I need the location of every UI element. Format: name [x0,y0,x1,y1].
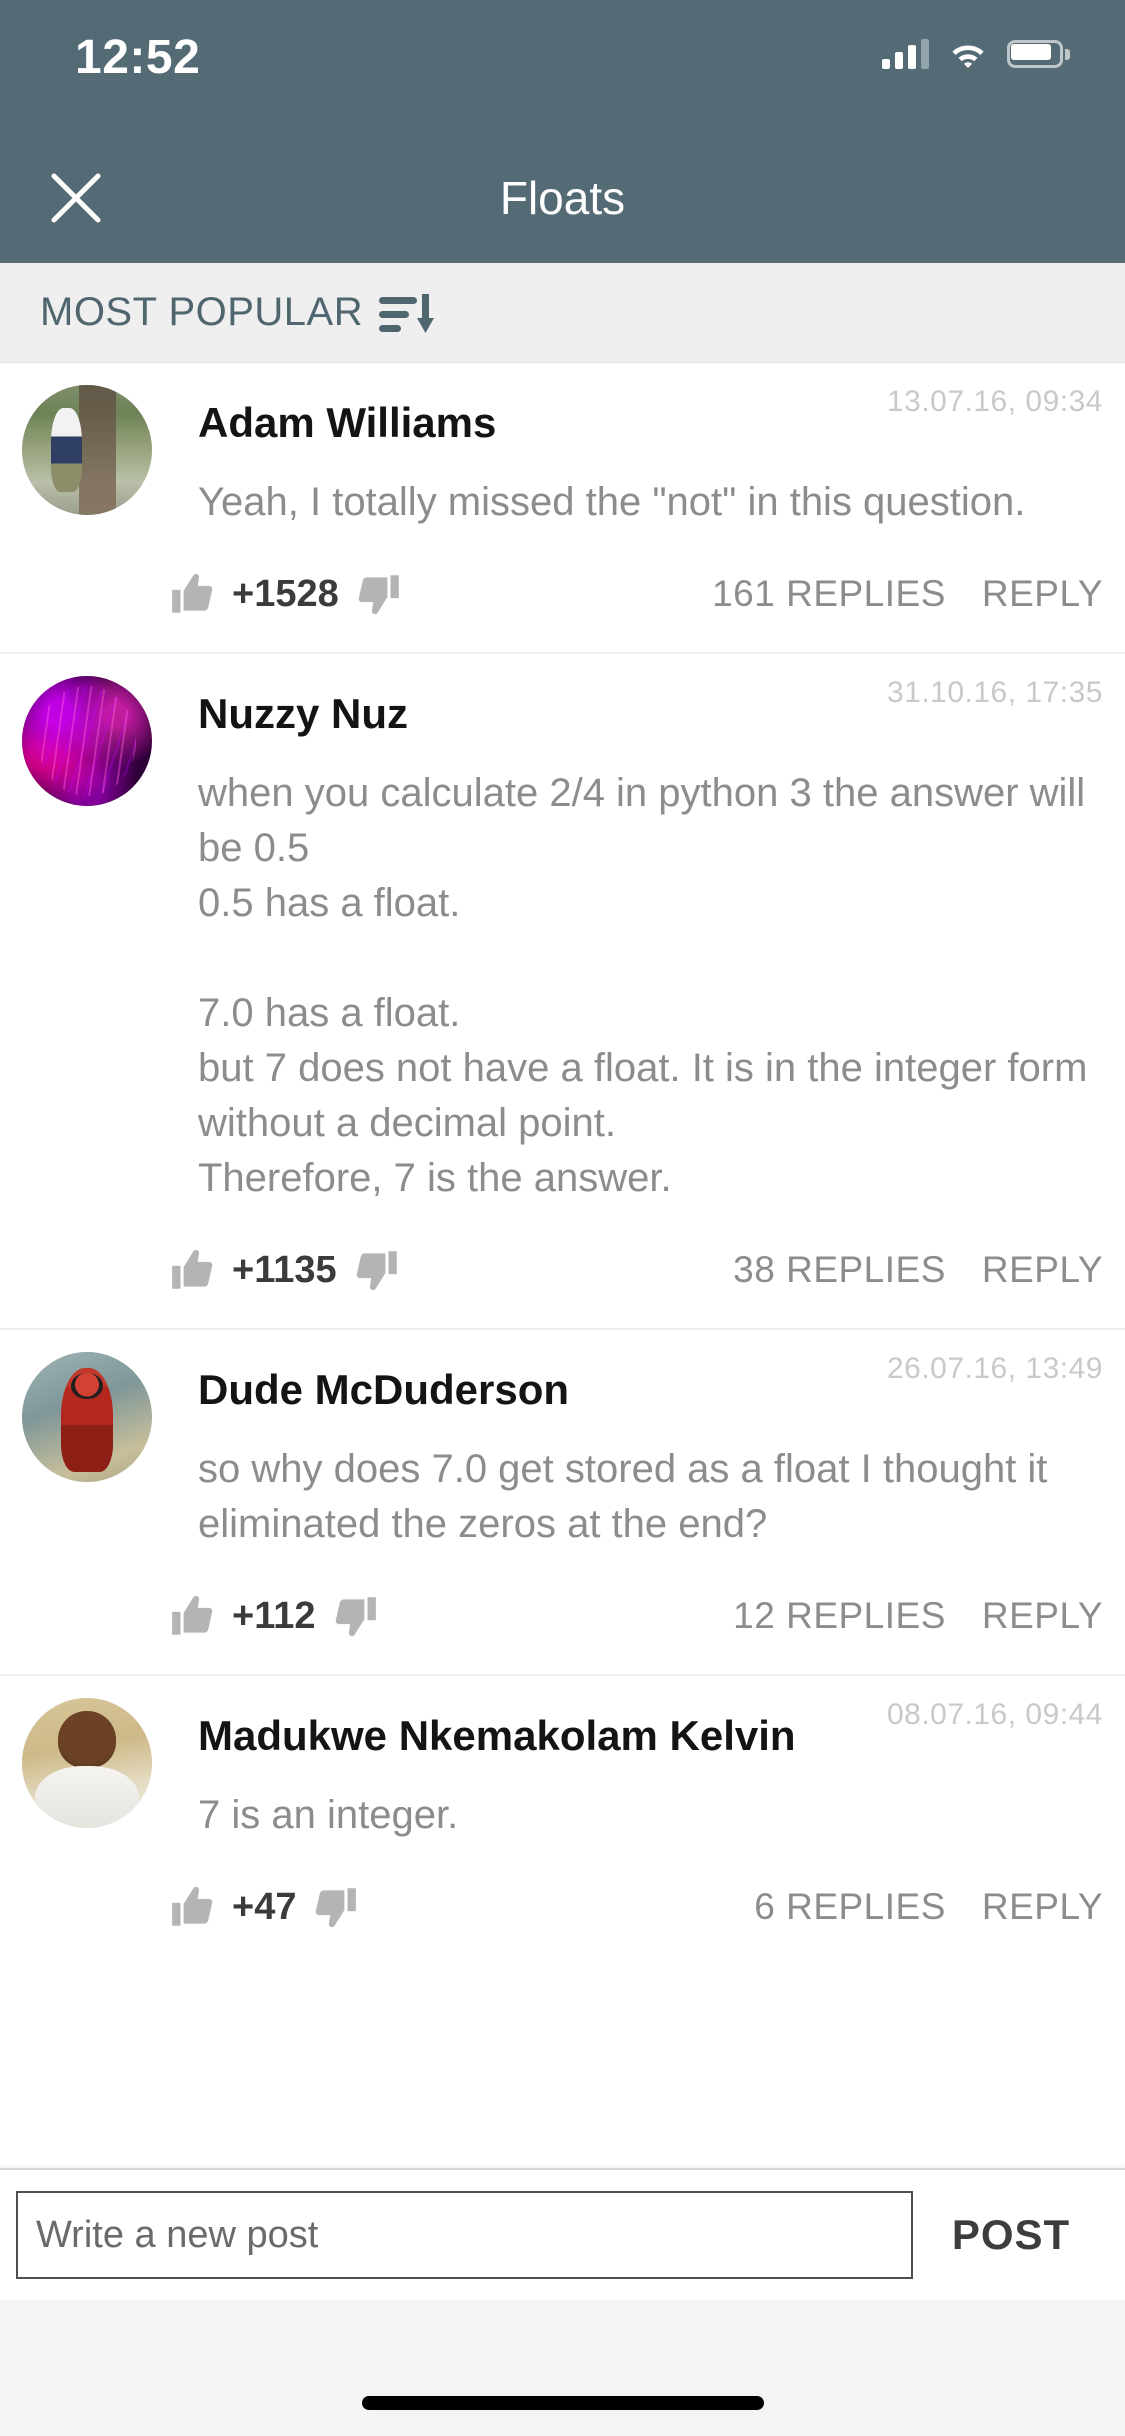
reply-button[interactable]: REPLY [982,573,1103,615]
comment-header: Adam Williams 13.07.16, 09:34 [0,385,1125,515]
avatar[interactable] [22,1352,152,1482]
close-icon [51,173,101,223]
comment-author: Dude McDuderson [198,1366,570,1413]
reply-group: 6 REPLIES REPLY [754,1849,1103,1965]
comment-timestamp: 26.07.16, 13:49 [886,1352,1103,1385]
new-post-input[interactable] [16,2191,913,2279]
page-title: Floats [499,171,626,224]
cellular-signal-icon [882,39,929,69]
comment-timestamp: 08.07.16, 09:44 [886,1698,1103,1731]
comment-body: 7 is an integer. [198,1793,459,1837]
home-indicator[interactable] [361,2396,764,2410]
comment-body: Yeah, I totally missed the "not" in this… [198,480,1026,524]
comment-item[interactable]: Nuzzy Nuz 31.10.16, 17:35 when you calcu… [0,654,1125,1330]
battery-full-icon [1007,40,1070,68]
vote-group: +1135 [168,1245,401,1295]
thumbs-up-icon[interactable] [168,1882,218,1932]
composer-bar: POST [0,2168,1125,2300]
comment-actions: +112 12 REPLIES REPLY [0,1558,1125,1674]
app-screen: 12:52 Floats MOST POPULAR Adam Williams … [0,0,1125,2436]
comment-timestamp: 13.07.16, 09:34 [886,385,1103,418]
comment-list[interactable]: Adam Williams 13.07.16, 09:34 Yeah, I to… [0,363,1125,2208]
replies-count[interactable]: 6 REPLIES [754,1886,946,1928]
thumbs-down-icon[interactable] [351,1245,401,1295]
comment-author: Madukwe Nkemakolam Kelvin [198,1712,796,1759]
comment-timestamp: 31.10.16, 17:35 [886,676,1103,709]
replies-count[interactable]: 161 REPLIES [712,573,946,615]
nav-bar: Floats [0,132,1125,263]
comment-body: so why does 7.0 get stored as a float I … [198,1447,1059,1546]
avatar[interactable] [22,1698,152,1828]
post-button[interactable]: POST [913,2211,1109,2259]
thumbs-up-icon[interactable] [168,1245,218,1295]
reply-group: 12 REPLIES REPLY [733,1558,1103,1674]
comment-actions: +1135 38 REPLIES REPLY [0,1212,1125,1328]
sort-most-popular-button[interactable]: MOST POPULAR [40,289,437,336]
comment-actions: +47 6 REPLIES REPLY [0,1849,1125,1965]
thumbs-down-icon[interactable] [310,1882,360,1932]
comment-header: Dude McDuderson 26.07.16, 13:49 [0,1352,1125,1482]
reply-group: 161 REPLIES REPLY [712,536,1103,652]
comment-item[interactable]: Adam Williams 13.07.16, 09:34 Yeah, I to… [0,363,1125,654]
thumbs-down-icon[interactable] [353,569,403,619]
vote-count: +47 [232,1885,297,1928]
comment-body: when you calculate 2/4 in python 3 the a… [198,771,1088,1200]
thumbs-up-icon[interactable] [168,569,218,619]
thumbs-down-icon[interactable] [330,1591,380,1641]
status-indicators [882,30,1070,78]
comment-header: Nuzzy Nuz 31.10.16, 17:35 [0,676,1125,806]
comment-author: Nuzzy Nuz [198,690,408,737]
status-bar: 12:52 [0,0,1125,132]
wifi-icon [949,39,987,69]
home-area [0,2300,1125,2436]
comment-actions: +1528 161 REPLIES REPLY [0,536,1125,652]
thumbs-up-icon[interactable] [168,1591,218,1641]
status-time: 12:52 [75,31,201,84]
vote-count: +1528 [232,572,339,615]
comment-item[interactable]: Dude McDuderson 26.07.16, 13:49 so why d… [0,1330,1125,1676]
comment-item[interactable]: Madukwe Nkemakolam Kelvin 08.07.16, 09:4… [0,1676,1125,1965]
comment-author: Adam Williams [198,399,497,446]
reply-group: 38 REPLIES REPLY [733,1212,1103,1328]
avatar[interactable] [22,385,152,515]
close-button[interactable] [34,156,118,240]
vote-count: +112 [232,1594,316,1637]
vote-group: +47 [168,1882,360,1932]
reply-button[interactable]: REPLY [982,1595,1103,1637]
replies-count[interactable]: 12 REPLIES [733,1595,946,1637]
sort-bar: MOST POPULAR [0,263,1125,363]
sort-label: MOST POPULAR [40,290,364,334]
vote-count: +1135 [232,1248,337,1291]
reply-button[interactable]: REPLY [982,1249,1103,1291]
replies-count[interactable]: 38 REPLIES [733,1249,946,1291]
reply-button[interactable]: REPLY [982,1886,1103,1928]
avatar[interactable] [22,676,152,806]
comment-header: Madukwe Nkemakolam Kelvin 08.07.16, 09:4… [0,1698,1125,1828]
vote-group: +112 [168,1591,380,1641]
vote-group: +1528 [168,569,403,619]
sort-descending-icon [379,294,435,333]
